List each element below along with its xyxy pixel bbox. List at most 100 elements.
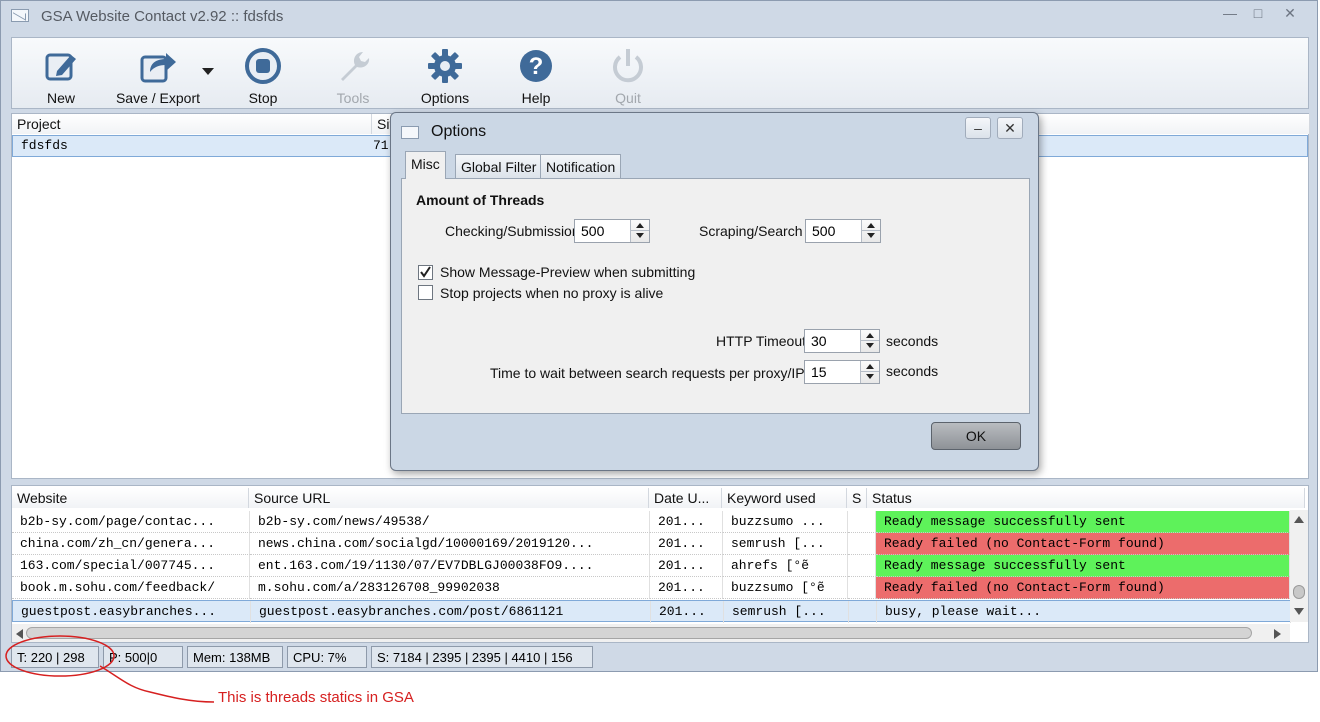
source-url-cell: guestpost.easybranches.com/post/6861121 <box>251 601 651 623</box>
scraping-label: Scraping/Search <box>699 223 803 239</box>
website-column-header[interactable]: Website <box>12 488 249 508</box>
tab-notification[interactable]: Notification <box>540 154 622 178</box>
table-row[interactable]: b2b-sy.com/page/contac... b2b-sy.com/new… <box>12 511 1308 533</box>
title-bar: GSA Website Contact v2.92 :: fdsfds — □ … <box>1 1 1317 33</box>
gear-icon <box>428 49 462 83</box>
table-row[interactable]: 163.com/special/007745... ent.163.com/19… <box>12 555 1308 577</box>
s-cell <box>848 555 876 577</box>
stop-button[interactable]: Stop <box>220 40 306 106</box>
keyword-cell: buzzsumo [°ẽ <box>723 577 848 599</box>
s-cell <box>848 577 876 599</box>
checking-threads-spinner[interactable]: 500 <box>574 219 650 243</box>
website-cell: china.com/zh_cn/genera... <box>12 533 250 555</box>
s-column-header[interactable]: S <box>847 488 867 508</box>
dropdown-arrow-icon[interactable] <box>202 68 214 76</box>
spinner-arrows-icon[interactable] <box>860 361 879 383</box>
new-button[interactable]: New <box>18 40 104 106</box>
close-button[interactable]: ✕ <box>1277 4 1303 22</box>
status-cell: Ready message successfully sent <box>876 555 1290 577</box>
source-url-column-header[interactable]: Source URL <box>249 488 649 508</box>
table-row[interactable]: china.com/zh_cn/genera... news.china.com… <box>12 533 1308 555</box>
keyword-column-header[interactable]: Keyword used <box>722 488 847 508</box>
date-cell: 201... <box>651 601 724 623</box>
options-label: Options <box>420 90 470 106</box>
stop-projects-label[interactable]: Stop projects when no proxy is alive <box>440 285 663 301</box>
wait-time-spinner[interactable]: 15 <box>804 360 880 384</box>
date-cell: 201... <box>650 577 723 599</box>
scraping-threads-spinner[interactable]: 500 <box>805 219 881 243</box>
source-url-cell: ent.163.com/19/1130/07/EV7DBLGJ00038FO9.… <box>250 555 650 577</box>
date-column-header[interactable]: Date U... <box>649 488 722 508</box>
quit-label: Quit <box>615 90 641 106</box>
keyword-cell: semrush [... <box>723 533 848 555</box>
save-export-label: Save / Export <box>115 90 201 106</box>
help-question-icon: ? <box>520 50 552 82</box>
spinner-arrows-icon[interactable] <box>630 220 649 242</box>
website-cell: guestpost.easybranches... <box>13 601 251 623</box>
dialog-title: Options <box>431 123 487 140</box>
save-export-button[interactable]: Save / Export <box>108 40 208 106</box>
project-name: fdsfds <box>21 138 68 153</box>
source-url-cell: news.china.com/socialgd/10000169/2019120… <box>250 533 650 555</box>
tools-button[interactable]: Tools <box>310 40 396 106</box>
status-column-header[interactable]: Status <box>867 488 1305 508</box>
checkmark-icon <box>420 266 431 278</box>
scraping-threads-value[interactable]: 500 <box>812 223 835 239</box>
wait-label: Time to wait between search requests per… <box>490 365 805 381</box>
tab-misc[interactable]: Misc <box>405 151 446 179</box>
scroll-up-icon[interactable] <box>1294 516 1304 523</box>
status-cell: Ready failed (no Contact-Form found) <box>876 577 1290 599</box>
help-button[interactable]: ? Help <box>493 40 579 106</box>
http-timeout-unit: seconds <box>886 333 939 349</box>
ok-button[interactable]: OK <box>931 422 1021 450</box>
vertical-scroll-thumb[interactable] <box>1293 585 1305 599</box>
http-timeout-value[interactable]: 30 <box>811 333 827 349</box>
options-dialog: Options – ✕ Misc Global Filter Notificat… <box>390 112 1039 471</box>
dialog-envelope-icon <box>401 126 419 139</box>
submission-stats: S: 7184 | 2395 | 2395 | 4410 | 156 <box>371 646 593 668</box>
spinner-arrows-icon[interactable] <box>860 330 879 352</box>
keyword-cell: buzzsumo ... <box>723 511 848 533</box>
quit-button[interactable]: Quit <box>585 40 671 106</box>
toolbar: New Save / Export Stop Tools Options ? H… <box>11 37 1309 109</box>
project-column-header[interactable]: Project <box>12 114 372 134</box>
scroll-down-icon[interactable] <box>1294 608 1304 615</box>
date-cell: 201... <box>650 511 723 533</box>
dialog-minimize-button[interactable]: – <box>965 117 991 139</box>
checking-threads-value[interactable]: 500 <box>581 223 604 239</box>
wait-time-value[interactable]: 15 <box>811 364 827 380</box>
maximize-button[interactable]: □ <box>1245 4 1271 22</box>
window-title: GSA Website Contact v2.92 :: fdsfds <box>41 8 284 25</box>
show-preview-checkbox[interactable] <box>418 265 433 280</box>
spinner-arrows-icon[interactable] <box>861 220 880 242</box>
http-timeout-spinner[interactable]: 30 <box>804 329 880 353</box>
annotation-circle <box>5 635 215 703</box>
checking-label: Checking/Submission <box>445 223 580 239</box>
date-cell: 201... <box>650 555 723 577</box>
s-cell <box>849 601 877 623</box>
scroll-right-icon[interactable] <box>1274 629 1281 639</box>
results-list: Website Source URL Date U... Keyword use… <box>11 485 1309 643</box>
tab-global-filter[interactable]: Global Filter <box>455 154 543 178</box>
help-label: Help <box>521 90 551 106</box>
source-url-cell: b2b-sy.com/news/49538/ <box>250 511 650 533</box>
stop-projects-checkbox[interactable] <box>418 285 433 300</box>
website-cell: 163.com/special/007745... <box>12 555 250 577</box>
svg-text:?: ? <box>529 53 544 80</box>
annotation-text: This is threads statics in GSA <box>218 689 414 706</box>
table-row-selected[interactable]: guestpost.easybranches... guestpost.easy… <box>12 600 1308 623</box>
options-button[interactable]: Options <box>402 40 488 106</box>
misc-tab-panel: Amount of Threads Checking/Submission 50… <box>401 178 1030 414</box>
minimize-button[interactable]: — <box>1217 4 1243 22</box>
status-cell: Ready failed (no Contact-Form found) <box>876 533 1290 555</box>
wait-time-unit: seconds <box>886 363 939 379</box>
vertical-scrollbar[interactable] <box>1290 510 1308 622</box>
date-cell: 201... <box>650 533 723 555</box>
show-preview-label[interactable]: Show Message-Preview when submitting <box>440 264 695 280</box>
table-row[interactable]: book.m.sohu.com/feedback/ m.sohu.com/a/2… <box>12 577 1308 599</box>
dialog-close-button[interactable]: ✕ <box>997 117 1023 139</box>
share-export-icon <box>140 53 176 83</box>
s-cell <box>848 533 876 555</box>
power-icon <box>613 49 643 83</box>
new-edit-icon <box>45 53 76 81</box>
